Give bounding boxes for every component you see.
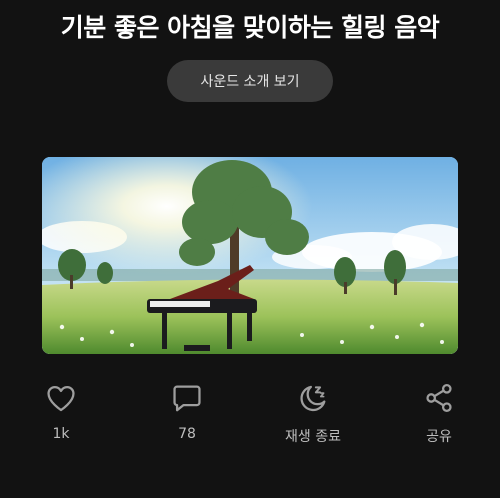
moon-zz-icon [295,380,331,416]
like-count: 1k [52,426,70,442]
share-button[interactable]: 공유 [389,380,489,446]
share-label: 공유 [426,429,452,445]
page-title: 기분 좋은 아침을 맞이하는 힐링 음악 [60,13,440,42]
heart-icon [43,380,79,416]
like-button[interactable]: 1k [11,380,111,442]
comment-button[interactable]: 78 [137,380,237,442]
artwork-image [42,157,458,354]
comment-icon [169,380,205,416]
action-bar: 1k 78 재생 종료 공유 [0,380,500,460]
sound-intro-button[interactable]: 사운드 소개 보기 [167,60,333,102]
share-icon [421,380,457,416]
comment-count: 78 [178,426,196,442]
sleep-timer-label: 재생 종료 [285,429,341,445]
piano-meadow-illustration [42,157,458,354]
sleep-timer-button[interactable]: 재생 종료 [263,380,363,446]
